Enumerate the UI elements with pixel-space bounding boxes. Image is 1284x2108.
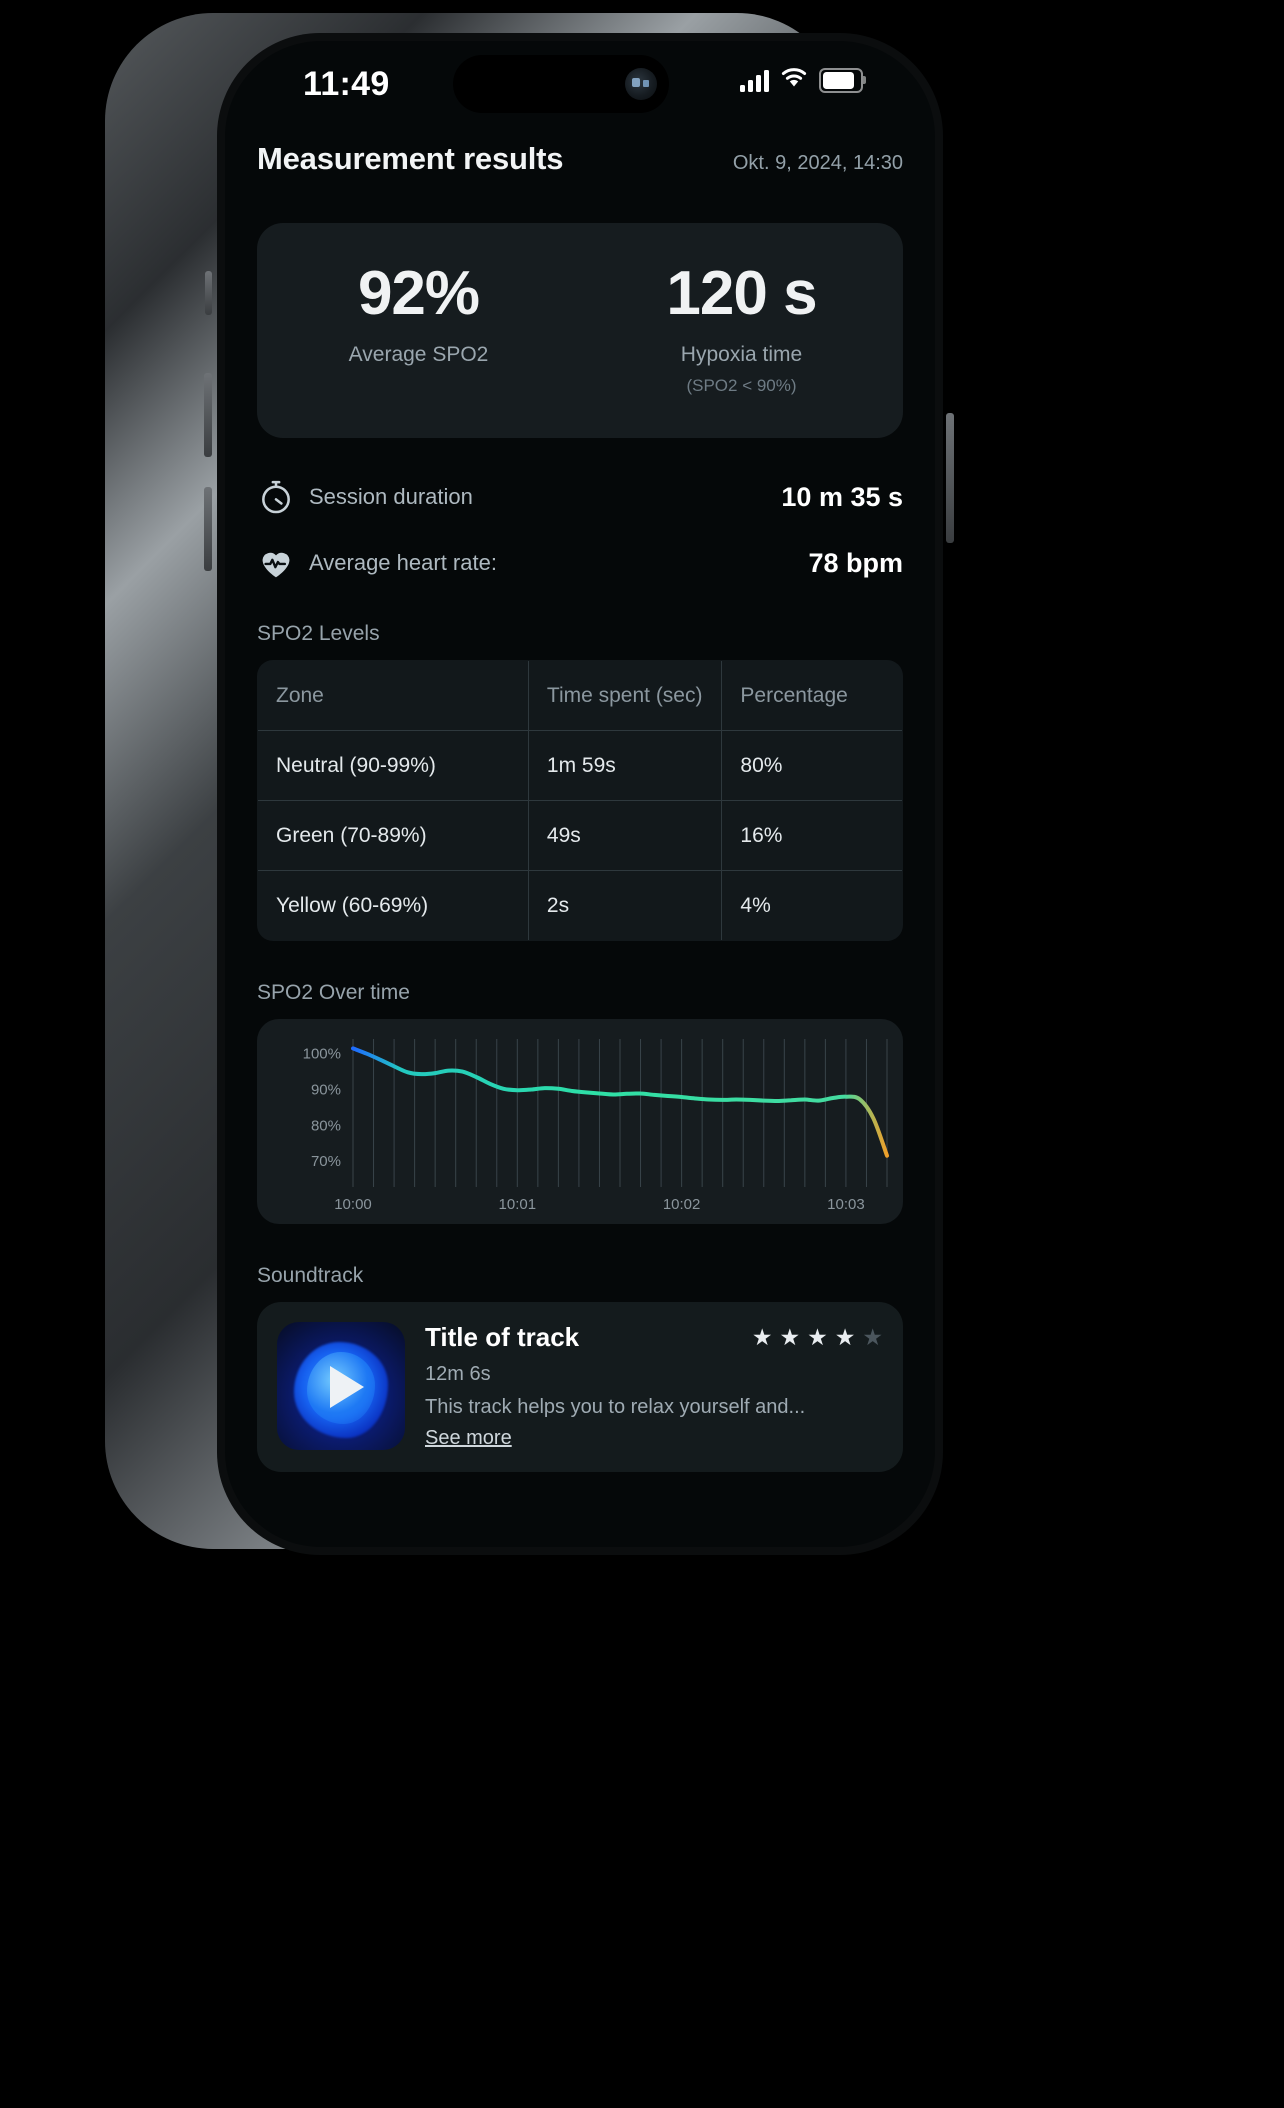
- cell-percentage: 4%: [721, 870, 902, 940]
- heart-pulse-icon: [257, 544, 295, 582]
- chart-x-axis-labels: 10:00 10:01 10:02 10:03: [334, 1196, 864, 1213]
- chart-x-tick: 10:00: [334, 1196, 372, 1213]
- chart-y-tick: 70%: [311, 1153, 341, 1170]
- volume-down-button[interactable]: [204, 487, 212, 571]
- page-header: Measurement results Okt. 9, 2024, 14:30: [257, 141, 903, 177]
- spo2-levels-table: Zone Time spent (sec) Percentage Neutral…: [257, 660, 903, 941]
- cell-time: 1m 59s: [527, 730, 723, 801]
- front-camera-icon: [625, 68, 657, 100]
- session-duration-row: Session duration 10 m 35 s: [257, 478, 903, 516]
- star-icon: ★: [751, 1324, 773, 1350]
- star-icon: ★: [834, 1324, 856, 1350]
- column-header-zone: Zone: [258, 661, 529, 731]
- average-heart-rate-row: Average heart rate: 78 bpm: [257, 544, 903, 582]
- average-heart-rate-value: 78 bpm: [808, 547, 903, 578]
- phone-frame: 11:49 Measurement results Okt. 9, 2024, …: [105, 13, 954, 1555]
- track-description: This track helps you to relax yourself a…: [425, 1396, 806, 1418]
- cell-zone: Yellow (60-69%): [258, 870, 529, 940]
- soundtrack-title: Soundtrack: [257, 1264, 364, 1287]
- phone-screen: 11:49 Measurement results Okt. 9, 2024, …: [225, 41, 935, 1547]
- hypoxia-time-metric: 120 s Hypoxia time (SPO2 < 90%): [580, 223, 903, 396]
- chart-canvas: 100% 90% 80% 70% 10:00 10:01 10:02 10:03: [303, 1039, 889, 1213]
- table-header-row: Zone Time spent (sec) Percentage: [258, 661, 902, 731]
- status-bar-time: 11:49: [303, 65, 390, 103]
- see-more-link[interactable]: See more: [425, 1427, 512, 1450]
- wifi-icon: [780, 67, 808, 94]
- table-row: Yellow (60-69%) 2s 4%: [258, 870, 902, 940]
- average-heart-rate-label: Average heart rate:: [309, 550, 497, 575]
- stopwatch-icon: [257, 478, 295, 516]
- average-spo2-value: 92%: [357, 259, 480, 328]
- session-duration-value: 10 m 35 s: [781, 481, 903, 512]
- hypoxia-time-sublabel: (SPO2 < 90%): [686, 376, 797, 395]
- soundtrack-card[interactable]: ★ ★ ★ ★ ★ Title of track 12m 6s This tra…: [257, 1302, 903, 1472]
- spo2-over-time-chart[interactable]: 100% 90% 80% 70% 10:00 10:01 10:02 10:03: [257, 1019, 903, 1224]
- table-row: Neutral (90-99%) 1m 59s 80%: [258, 730, 902, 801]
- cell-percentage: 16%: [721, 800, 902, 871]
- chart-y-tick: 80%: [311, 1117, 341, 1134]
- chart-y-tick: 100%: [303, 1046, 341, 1063]
- results-page: Measurement results Okt. 9, 2024, 14:30 …: [225, 121, 935, 1472]
- column-header-time-spent: Time spent (sec): [527, 661, 723, 731]
- silent-switch-button[interactable]: [205, 271, 212, 315]
- chart-y-tick: 90%: [311, 1082, 341, 1099]
- average-spo2-metric: 92% Average SPO2: [257, 223, 580, 367]
- volume-up-button[interactable]: [204, 373, 212, 457]
- chart-y-axis-labels: 100% 90% 80% 70%: [303, 1046, 341, 1170]
- star-icon: ★: [807, 1324, 828, 1350]
- column-header-percentage: Percentage: [721, 661, 902, 731]
- track-duration: 12m 6s: [425, 1363, 491, 1385]
- cell-time: 49s: [527, 800, 723, 871]
- session-duration-label: Session duration: [309, 484, 473, 509]
- cell-time: 2s: [527, 870, 723, 940]
- spo2-chart-title: SPO2 Over time: [257, 981, 410, 1004]
- status-bar-icons: [740, 67, 866, 94]
- hypoxia-time-label: Hypoxia time: [680, 343, 803, 366]
- summary-card: 92% Average SPO2 120 s Hypoxia time (SPO…: [257, 223, 903, 438]
- spo2-levels-title: SPO2 Levels: [257, 622, 380, 645]
- star-icon: ★: [779, 1324, 801, 1350]
- track-rating: ★ ★ ★ ★ ★: [752, 1324, 883, 1351]
- status-bar: 11:49: [225, 41, 935, 121]
- page-title: Measurement results: [257, 141, 564, 176]
- chart-x-tick: 10:01: [499, 1196, 537, 1213]
- chart-gridlines: [352, 1039, 888, 1187]
- measurement-date: Okt. 9, 2024, 14:30: [732, 152, 903, 174]
- average-spo2-label: Average SPO2: [348, 343, 489, 366]
- table-row: Green (70-89%) 49s 16%: [258, 800, 902, 871]
- dynamic-island: [453, 55, 669, 113]
- cell-percentage: 80%: [721, 730, 902, 801]
- chart-x-tick: 10:02: [663, 1196, 701, 1213]
- cellular-bars-icon: [740, 69, 769, 92]
- cell-zone: Green (70-89%): [258, 800, 529, 871]
- hypoxia-time-value: 120 s: [666, 259, 817, 328]
- play-icon[interactable]: [277, 1322, 405, 1450]
- battery-icon: [819, 68, 866, 93]
- star-icon: ★: [862, 1324, 883, 1350]
- track-info: ★ ★ ★ ★ ★ Title of track 12m 6s This tra…: [425, 1322, 883, 1452]
- cell-zone: Neutral (90-99%): [258, 730, 529, 801]
- chart-x-tick: 10:03: [827, 1196, 865, 1213]
- power-button[interactable]: [946, 413, 954, 543]
